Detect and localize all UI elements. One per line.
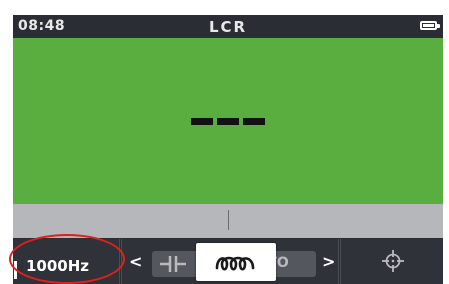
reading-dash <box>217 118 239 125</box>
mode-option-inductor-selected[interactable] <box>196 243 276 281</box>
frequency-label: 1000Hz <box>26 257 90 275</box>
frequency-softkey[interactable]: 1000Hz <box>13 239 120 284</box>
meter-screen: 08:48 LCR --- 1000Hz < U <box>13 15 443 284</box>
battery-terminal <box>437 24 440 28</box>
status-bar: 08:48 LCR <box>13 15 443 38</box>
bargraph-center-marker <box>228 210 229 230</box>
chevron-right-icon[interactable]: > <box>322 252 335 271</box>
crosshair-icon <box>382 250 404 272</box>
reading-dashes: --- <box>13 118 443 138</box>
chevron-left-icon[interactable]: < <box>129 252 142 271</box>
mode-selector-softkey[interactable]: < UTO > <box>121 239 339 284</box>
screen-title: LCR <box>208 18 248 36</box>
reading-dash <box>191 118 213 125</box>
cursor-softkey[interactable] <box>340 239 443 284</box>
battery-full-icon <box>420 21 437 30</box>
softkey-indicator <box>14 261 17 279</box>
bargraph-strip <box>13 204 443 238</box>
measurement-display: --- <box>13 38 443 204</box>
capacitor-icon[interactable] <box>158 253 188 275</box>
softkey-bar: 1000Hz < UTO > <box>13 238 443 284</box>
inductor-icon <box>215 256 255 271</box>
reading-dash <box>243 118 265 125</box>
